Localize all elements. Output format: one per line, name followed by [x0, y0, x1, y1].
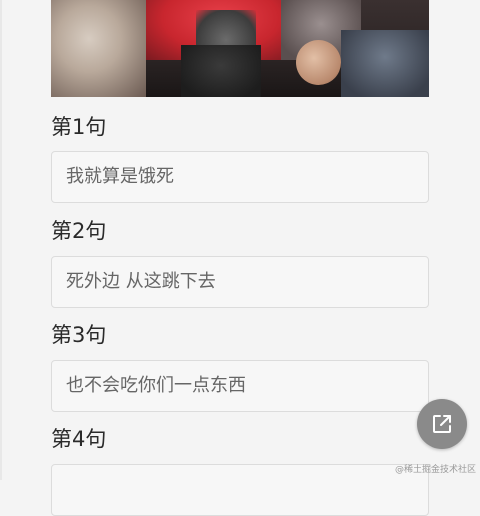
sentence-label-2: 第2句	[51, 219, 107, 243]
meme-image	[51, 0, 429, 97]
watermark: @稀土掘金技术社区	[394, 465, 476, 475]
sentence-label-3: 第3句	[51, 323, 107, 347]
sentence-input-4[interactable]	[51, 464, 429, 516]
sentence-label-4: 第4句	[51, 427, 107, 451]
sentence-label-1: 第1句	[51, 115, 107, 139]
sentence-input-1[interactable]: 我就算是饿死	[51, 151, 429, 203]
sentence-input-1-value: 我就算是饿死	[66, 166, 174, 187]
sentence-input-3-value: 也不会吃你们一点东西	[66, 375, 246, 396]
sentence-input-2[interactable]: 死外边 从这跳下去	[51, 256, 429, 308]
sentence-input-3[interactable]: 也不会吃你们一点东西	[51, 360, 429, 412]
page-edge	[0, 0, 2, 480]
share-icon	[433, 415, 451, 433]
sentence-input-2-value: 死外边 从这跳下去	[66, 271, 216, 292]
share-button[interactable]	[417, 399, 467, 449]
